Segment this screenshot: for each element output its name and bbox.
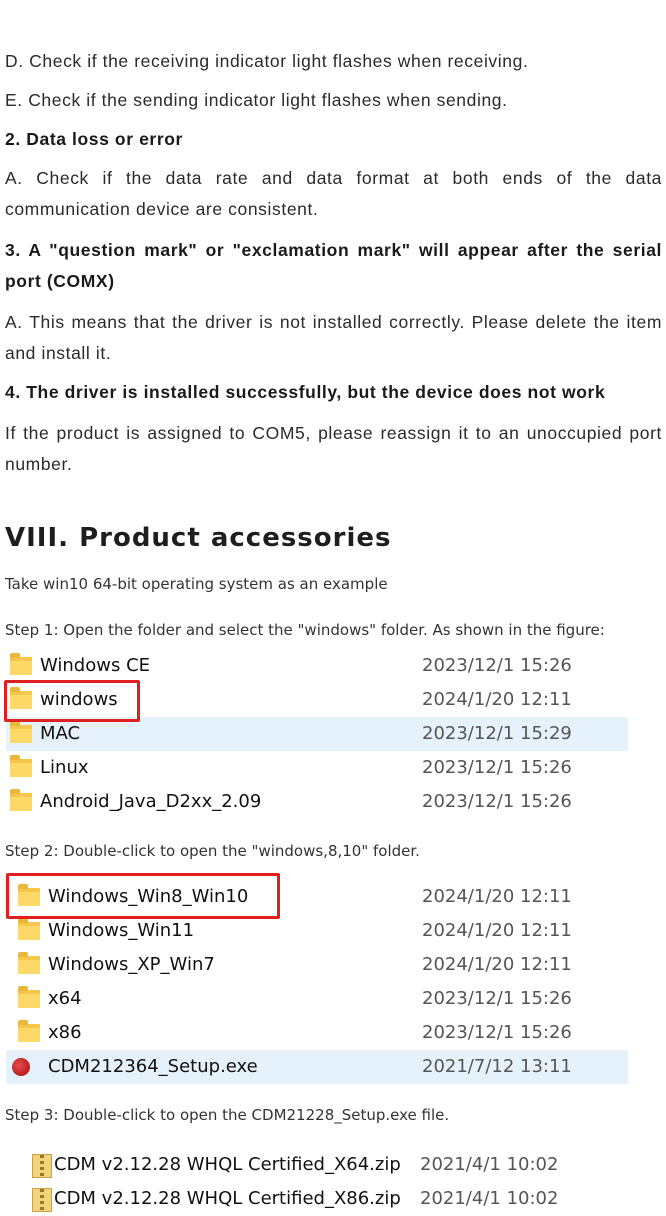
section-title: VIII. Product accessories [5,523,392,553]
file-name: CDM v2.12.28 WHQL Certified_X64.zip [54,1154,401,1175]
file-date: 2023/12/1 15:26 [422,791,572,812]
folder-icon [18,1020,40,1042]
file-name: Windows CE [40,655,151,676]
folder-icon [10,653,32,675]
file-row[interactable]: x86 2023/12/1 15:26 [6,1016,628,1050]
highlight-box [6,873,280,919]
folder-icon [10,755,32,777]
file-date: 2024/1/20 12:11 [422,954,572,975]
step1-text: Step 1: Open the folder and select the "… [5,621,605,639]
file-name: CDM212364_Setup.exe [48,1056,258,1077]
file-row[interactable]: Linux 2023/12/1 15:26 [6,751,628,785]
setup-exe-icon [12,1058,30,1076]
text-device-not-work: If the product is assigned to COM5, plea… [5,423,662,474]
zip-icon [32,1188,52,1212]
file-date: 2021/7/12 13:11 [422,1056,572,1077]
file-list-3: CDM v2.12.28 WHQL Certified_X64.zip 2021… [6,1148,628,1216]
folder-icon [18,952,40,974]
text-data-loss: A. Check if the data rate and data forma… [5,168,662,219]
file-name: CDM v2.12.28 WHQL Certified_X86.zip [54,1188,401,1209]
file-date: 2024/1/20 12:11 [422,886,572,907]
heading-data-loss: 2. Data loss or error [5,129,183,149]
file-date: 2024/1/20 12:11 [422,920,572,941]
zip-icon [32,1154,52,1178]
highlight-box [4,680,140,722]
file-name: Windows_XP_Win7 [48,954,215,975]
heading-question-mark: 3. A "question mark" or "exclamation mar… [5,240,662,291]
text-question-mark: A. This means that the driver is not ins… [5,312,662,363]
file-row-selected[interactable]: MAC 2023/12/1 15:29 [6,717,628,751]
file-name: MAC [40,723,81,744]
file-date: 2023/12/1 15:26 [422,655,572,676]
folder-icon [10,789,32,811]
item-e-text: E. Check if the sending indicator light … [5,90,508,110]
file-row[interactable]: x64 2023/12/1 15:26 [6,982,628,1016]
file-date: 2023/12/1 15:26 [422,757,572,778]
file-list-1: Windows CE 2023/12/1 15:26 windows 2024/… [6,649,628,819]
file-row[interactable]: Windows CE 2023/12/1 15:26 [6,649,628,683]
file-date: 2023/12/1 15:26 [422,1022,572,1043]
file-row[interactable]: CDM v2.12.28 WHQL Certified_X64.zip 2021… [6,1148,628,1182]
step2-text: Step 2: Double-click to open the "window… [5,842,420,860]
file-row-selected[interactable]: CDM212364_Setup.exe 2021/7/12 13:11 [6,1050,628,1084]
heading-device-not-work: 4. The driver is installed successfully,… [5,382,606,402]
item-d-text: D. Check if the receiving indicator ligh… [5,51,529,71]
file-date: 2021/4/1 10:02 [420,1188,559,1209]
folder-icon [18,918,40,940]
file-date: 2021/4/1 10:02 [420,1154,559,1175]
file-name: Android_Java_D2xx_2.09 [40,791,262,812]
intro-text: Take win10 64-bit operating system as an… [5,575,388,593]
folder-icon [18,986,40,1008]
file-row[interactable]: Android_Java_D2xx_2.09 2023/12/1 15:26 [6,785,628,819]
file-name: Windows_Win11 [48,920,195,941]
file-row[interactable]: CDM v2.12.28 WHQL Certified_X86.zip 2021… [6,1182,628,1216]
file-date: 2024/1/20 12:11 [422,689,572,710]
file-row[interactable]: Windows_XP_Win7 2024/1/20 12:11 [6,948,628,982]
file-name: x86 [48,1022,82,1043]
file-row[interactable]: Windows_Win11 2024/1/20 12:11 [6,914,628,948]
file-date: 2023/12/1 15:29 [422,723,572,744]
file-name: x64 [48,988,82,1009]
file-name: Linux [40,757,89,778]
step3-text: Step 3: Double-click to open the CDM2122… [5,1106,450,1124]
file-date: 2023/12/1 15:26 [422,988,572,1009]
folder-icon [10,721,32,743]
